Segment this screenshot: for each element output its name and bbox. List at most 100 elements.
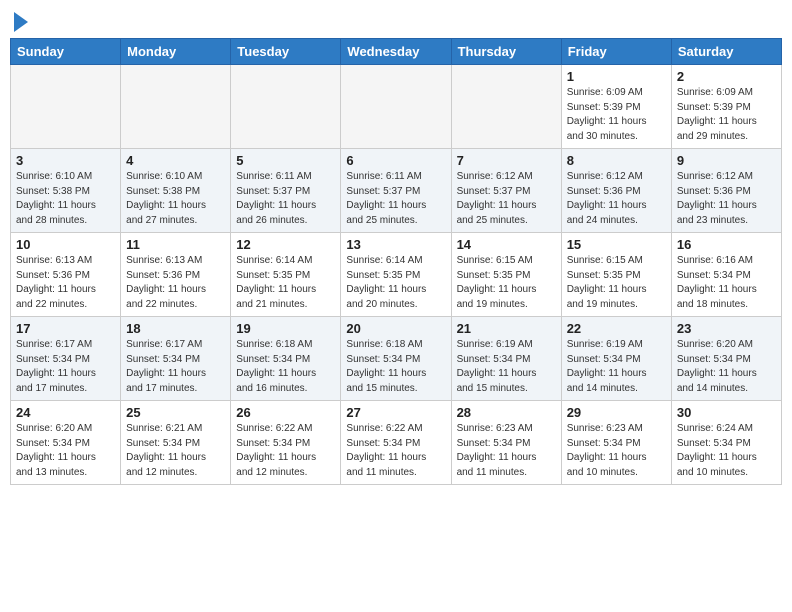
- day-number: 4: [126, 153, 225, 168]
- calendar-cell: 26 Sunrise: 6:22 AM Sunset: 5:34 PM Dayli…: [231, 401, 341, 485]
- day-header-saturday: Saturday: [671, 39, 781, 65]
- day-info: Sunrise: 6:18 AM Sunset: 5:34 PM Dayligh…: [346, 338, 445, 396]
- day-number: 17: [16, 321, 115, 336]
- calendar-cell: [451, 65, 561, 149]
- day-info: Sunrise: 6:23 AM Sunset: 5:34 PM Dayligh…: [457, 422, 556, 480]
- day-header-wednesday: Wednesday: [341, 39, 451, 65]
- calendar-cell: 24 Sunrise: 6:20 AM Sunset: 5:34 PM Dayli…: [11, 401, 121, 485]
- calendar-cell: 23 Sunrise: 6:20 AM Sunset: 5:34 PM Dayli…: [671, 317, 781, 401]
- day-info: Sunrise: 6:17 AM Sunset: 5:34 PM Dayligh…: [16, 338, 115, 396]
- day-number: 8: [567, 153, 666, 168]
- calendar-week-row: 10 Sunrise: 6:13 AM Sunset: 5:36 PM Dayli…: [11, 233, 782, 317]
- day-number: 30: [677, 405, 776, 420]
- day-number: 10: [16, 237, 115, 252]
- calendar-week-row: 24 Sunrise: 6:20 AM Sunset: 5:34 PM Dayli…: [11, 401, 782, 485]
- day-info: Sunrise: 6:22 AM Sunset: 5:34 PM Dayligh…: [346, 422, 445, 480]
- logo: [10, 10, 28, 32]
- day-number: 14: [457, 237, 556, 252]
- day-header-tuesday: Tuesday: [231, 39, 341, 65]
- day-info: Sunrise: 6:22 AM Sunset: 5:34 PM Dayligh…: [236, 422, 335, 480]
- calendar-cell: 1Sunrise: 6:09 AM Sunset: 5:39 PM Daylig…: [561, 65, 671, 149]
- day-info: Sunrise: 6:13 AM Sunset: 5:36 PM Dayligh…: [126, 254, 225, 312]
- day-info: Sunrise: 6:19 AM Sunset: 5:34 PM Dayligh…: [567, 338, 666, 396]
- calendar-cell: [11, 65, 121, 149]
- day-info: Sunrise: 6:16 AM Sunset: 5:34 PM Dayligh…: [677, 254, 776, 312]
- day-number: 28: [457, 405, 556, 420]
- day-info: Sunrise: 6:23 AM Sunset: 5:34 PM Dayligh…: [567, 422, 666, 480]
- day-info: Sunrise: 6:13 AM Sunset: 5:36 PM Dayligh…: [16, 254, 115, 312]
- day-info: Sunrise: 6:24 AM Sunset: 5:34 PM Dayligh…: [677, 422, 776, 480]
- calendar-cell: 21 Sunrise: 6:19 AM Sunset: 5:34 PM Dayli…: [451, 317, 561, 401]
- day-info: Sunrise: 6:11 AM Sunset: 5:37 PM Dayligh…: [236, 170, 335, 228]
- day-header-friday: Friday: [561, 39, 671, 65]
- calendar-cell: [231, 65, 341, 149]
- logo-arrow-icon: [14, 12, 28, 32]
- calendar-cell: 30 Sunrise: 6:24 AM Sunset: 5:34 PM Dayli…: [671, 401, 781, 485]
- day-info: Sunrise: 6:21 AM Sunset: 5:34 PM Dayligh…: [126, 422, 225, 480]
- day-number: 19: [236, 321, 335, 336]
- calendar-cell: 10 Sunrise: 6:13 AM Sunset: 5:36 PM Dayli…: [11, 233, 121, 317]
- calendar-week-row: 1 Sunrise: 6:09 AM Sunset: 5:39 PM Daylig…: [11, 65, 782, 149]
- day-info: Sunrise: 6:11 AM Sunset: 5:37 PM Dayligh…: [346, 170, 445, 228]
- day-number: 3: [16, 153, 115, 168]
- day-info: Sunrise: 6:12 AM Sunset: 5:36 PM Dayligh…: [677, 170, 776, 228]
- day-header-sunday: Sunday: [11, 39, 121, 65]
- day-info: Sunrise: 6:12 AM Sunset: 5:36 PM Dayligh…: [567, 170, 666, 228]
- calendar-cell: 2 Sunrise: 6:09 AM Sunset: 5:39 PM Daylig…: [671, 65, 781, 149]
- calendar-cell: 3 Sunrise: 6:10 AM Sunset: 5:38 PM Daylig…: [11, 149, 121, 233]
- day-number: 27: [346, 405, 445, 420]
- day-info: Sunrise: 6:10 AM Sunset: 5:38 PM Dayligh…: [16, 170, 115, 228]
- calendar-cell: 8 Sunrise: 6:12 AM Sunset: 5:36 PM Daylig…: [561, 149, 671, 233]
- calendar-cell: [341, 65, 451, 149]
- day-info: Sunrise: 6:17 AM Sunset: 5:34 PM Dayligh…: [126, 338, 225, 396]
- day-info: Sunrise: 6:09 AM Sunset: 5:39 PM Dayligh…: [677, 86, 776, 144]
- day-info: Sunrise: 6:19 AM Sunset: 5:34 PM Dayligh…: [457, 338, 556, 396]
- day-header-monday: Monday: [121, 39, 231, 65]
- calendar-cell: 25 Sunrise: 6:21 AM Sunset: 5:34 PM Dayli…: [121, 401, 231, 485]
- calendar-header-row: SundayMondayTuesdayWednesdayThursdayFrid…: [11, 39, 782, 65]
- day-info: Sunrise: 6:15 AM Sunset: 5:35 PM Dayligh…: [457, 254, 556, 312]
- day-number: 6: [346, 153, 445, 168]
- day-header-thursday: Thursday: [451, 39, 561, 65]
- day-number: 22: [567, 321, 666, 336]
- day-number: 23: [677, 321, 776, 336]
- calendar-cell: 6 Sunrise: 6:11 AM Sunset: 5:37 PM Daylig…: [341, 149, 451, 233]
- calendar-cell: 9 Sunrise: 6:12 AM Sunset: 5:36 PM Daylig…: [671, 149, 781, 233]
- day-number: 11: [126, 237, 225, 252]
- calendar-cell: 7Sunrise: 6:12 AM Sunset: 5:37 PM Daylig…: [451, 149, 561, 233]
- day-number: 7: [457, 153, 556, 168]
- calendar-cell: 22 Sunrise: 6:19 AM Sunset: 5:34 PM Dayli…: [561, 317, 671, 401]
- day-number: 5: [236, 153, 335, 168]
- day-info: Sunrise: 6:14 AM Sunset: 5:35 PM Dayligh…: [236, 254, 335, 312]
- day-number: 1: [567, 69, 666, 84]
- day-info: Sunrise: 6:18 AM Sunset: 5:34 PM Dayligh…: [236, 338, 335, 396]
- day-number: 25: [126, 405, 225, 420]
- calendar-cell: 12Sunrise: 6:14 AM Sunset: 5:35 PM Dayli…: [231, 233, 341, 317]
- calendar-cell: 29 Sunrise: 6:23 AM Sunset: 5:34 PM Dayli…: [561, 401, 671, 485]
- day-number: 24: [16, 405, 115, 420]
- day-info: Sunrise: 6:10 AM Sunset: 5:38 PM Dayligh…: [126, 170, 225, 228]
- day-info: Sunrise: 6:20 AM Sunset: 5:34 PM Dayligh…: [677, 338, 776, 396]
- day-number: 21: [457, 321, 556, 336]
- day-number: 18: [126, 321, 225, 336]
- calendar-table: SundayMondayTuesdayWednesdayThursdayFrid…: [10, 38, 782, 485]
- day-number: 15: [567, 237, 666, 252]
- day-number: 26: [236, 405, 335, 420]
- calendar-cell: 18 Sunrise: 6:17 AM Sunset: 5:34 PM Dayli…: [121, 317, 231, 401]
- day-number: 9: [677, 153, 776, 168]
- calendar-week-row: 17 Sunrise: 6:17 AM Sunset: 5:34 PM Dayli…: [11, 317, 782, 401]
- calendar-cell: 28 Sunrise: 6:23 AM Sunset: 5:34 PM Dayli…: [451, 401, 561, 485]
- day-number: 16: [677, 237, 776, 252]
- day-info: Sunrise: 6:14 AM Sunset: 5:35 PM Dayligh…: [346, 254, 445, 312]
- calendar-cell: 5 Sunrise: 6:11 AM Sunset: 5:37 PM Daylig…: [231, 149, 341, 233]
- day-number: 2: [677, 69, 776, 84]
- calendar-cell: 17 Sunrise: 6:17 AM Sunset: 5:34 PM Dayli…: [11, 317, 121, 401]
- day-number: 13: [346, 237, 445, 252]
- calendar-cell: 20Sunrise: 6:18 AM Sunset: 5:34 PM Dayli…: [341, 317, 451, 401]
- calendar-cell: 11 Sunrise: 6:13 AM Sunset: 5:36 PM Dayli…: [121, 233, 231, 317]
- calendar-cell: 13 Sunrise: 6:14 AM Sunset: 5:35 PM Dayli…: [341, 233, 451, 317]
- day-info: Sunrise: 6:20 AM Sunset: 5:34 PM Dayligh…: [16, 422, 115, 480]
- day-number: 29: [567, 405, 666, 420]
- calendar-cell: 27 Sunrise: 6:22 AM Sunset: 5:34 PM Dayli…: [341, 401, 451, 485]
- calendar-week-row: 3 Sunrise: 6:10 AM Sunset: 5:38 PM Daylig…: [11, 149, 782, 233]
